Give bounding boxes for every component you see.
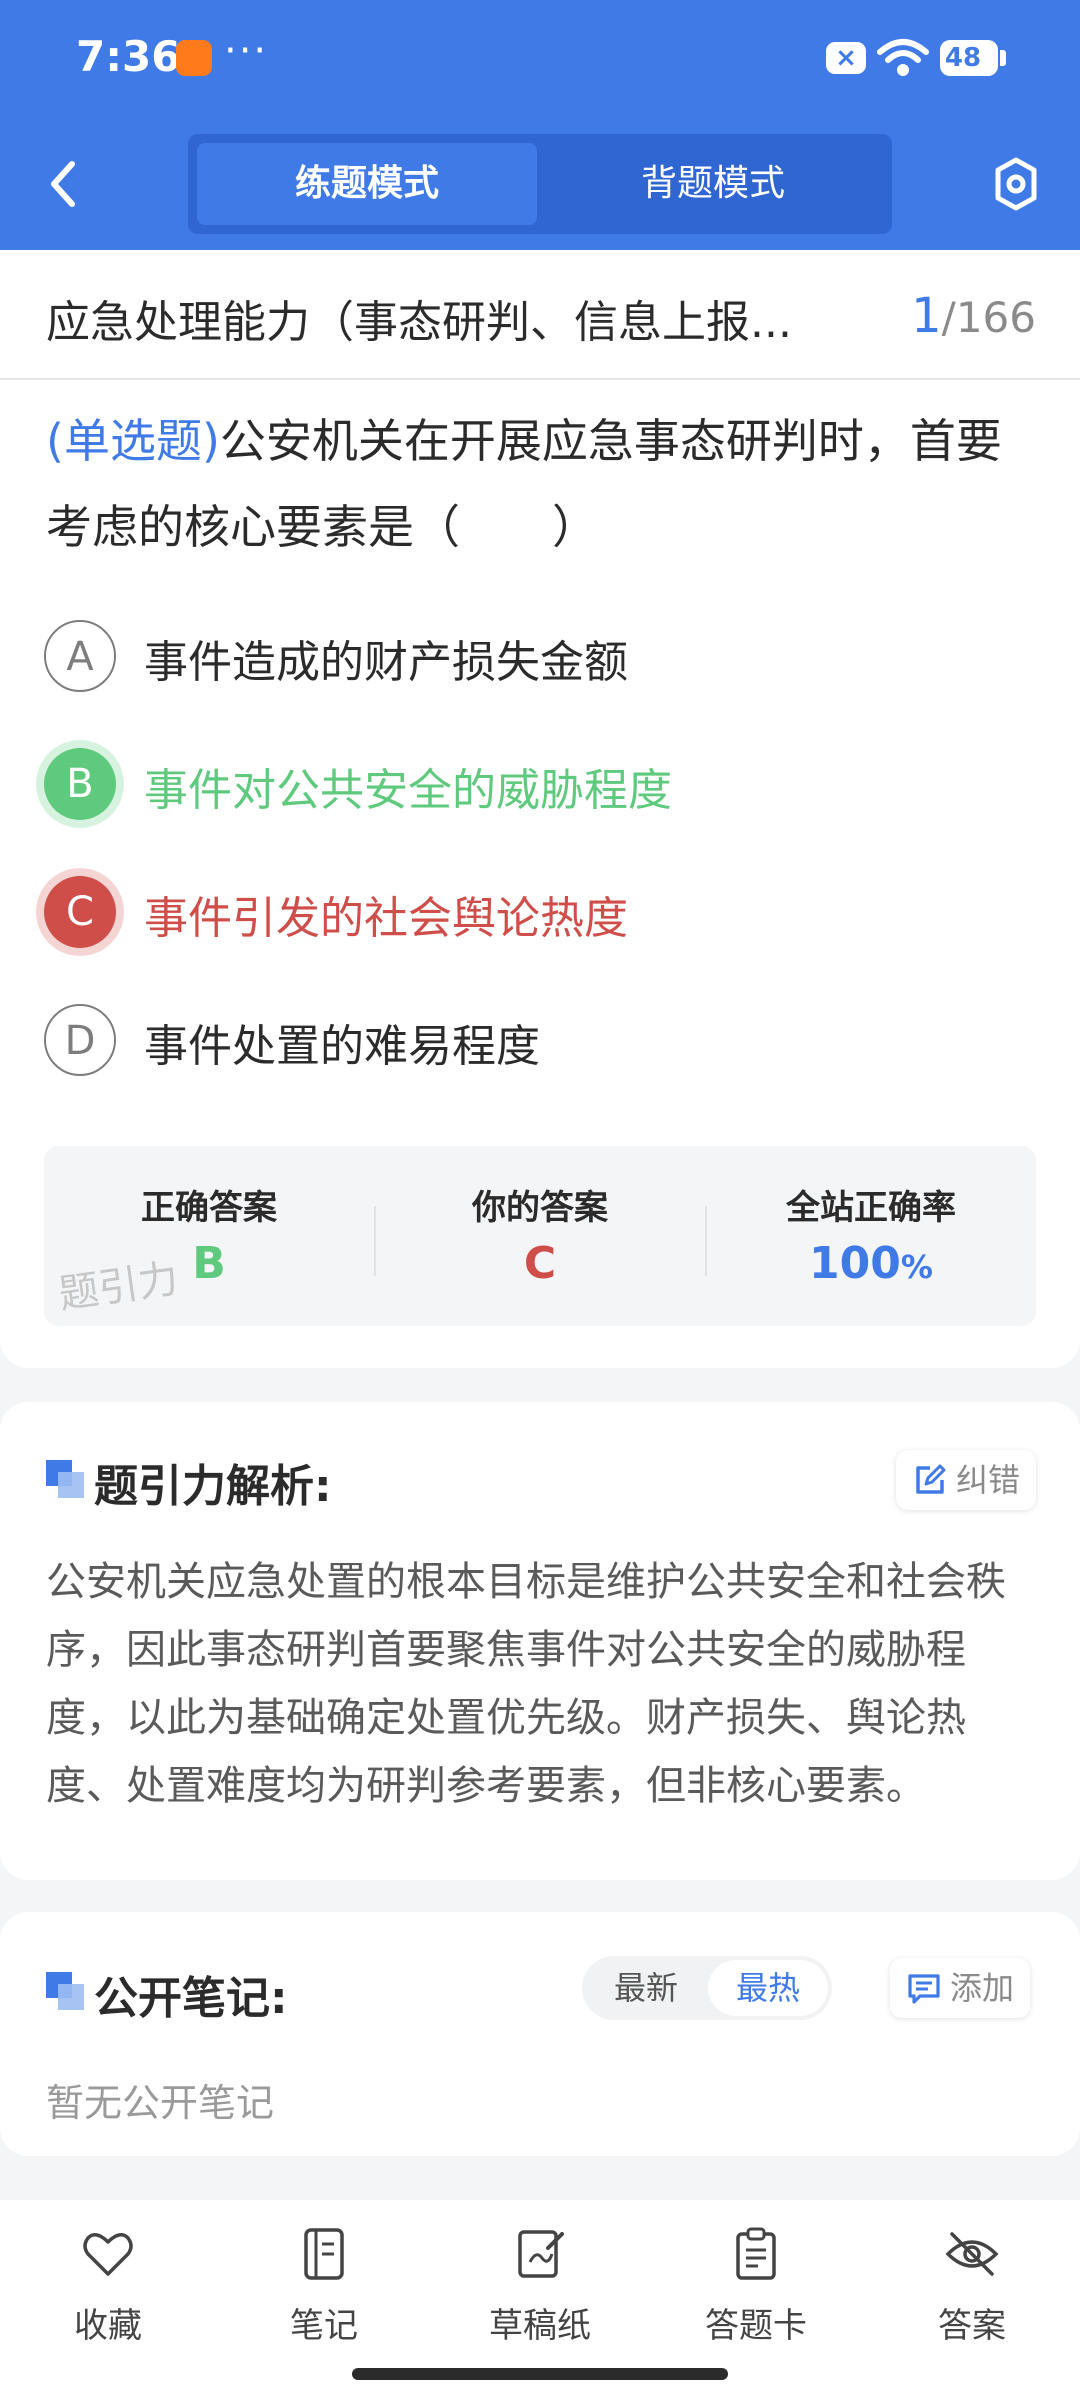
option-d[interactable]: D 事件处置的难易程度 — [44, 996, 1034, 1086]
battery-cap — [1000, 50, 1006, 66]
accuracy-rate-label: 全站正确率 — [786, 1188, 956, 1228]
notes-empty-text: 暂无公开笔记 — [46, 2081, 275, 2125]
notes-label: 笔记 — [290, 2306, 358, 2346]
section-icon — [46, 1460, 84, 1498]
report-error-button[interactable]: 纠错 — [896, 1450, 1037, 1510]
correct-answer-label: 正确答案 — [141, 1188, 277, 1228]
sort-hottest[interactable]: 最热 — [708, 1960, 828, 2016]
total-questions: /166 — [941, 293, 1036, 342]
comment-icon — [908, 1974, 940, 2004]
answer-sheet-icon — [736, 2227, 776, 2280]
section-icon — [46, 1972, 84, 2010]
topic-row: 应急处理能力（事态研判、信息上报... 1/166 — [0, 250, 1080, 380]
option-a[interactable]: A 事件造成的财产损失金额 — [44, 612, 1034, 702]
more-notifications-icon: ··· — [224, 28, 269, 74]
battery-icon: 48 — [940, 40, 998, 76]
option-letter: A — [44, 620, 116, 692]
analysis-text: 公安机关应急处置的根本目标是维护公共安全和社会秩序，因此事态研判首要聚焦事件对公… — [46, 1559, 1006, 1809]
draft-paper-label: 草稿纸 — [489, 2306, 591, 2346]
option-text: 事件处置的难易程度 — [144, 1021, 540, 1072]
answer-sheet-button[interactable]: 答题卡 — [676, 2226, 836, 2356]
app-header: 7:36 ··· × 48 练题模式 背题模式 — [0, 0, 1080, 250]
question-type: (单选题) — [46, 414, 220, 468]
draft-paper-icon — [518, 2230, 564, 2278]
status-time: 7:36 — [76, 32, 181, 81]
topic-title: 应急处理能力（事态研判、信息上报... — [46, 297, 792, 348]
heart-icon — [83, 2233, 133, 2276]
sort-newest[interactable]: 最新 — [586, 1960, 706, 2016]
option-letter: C — [44, 876, 116, 948]
accuracy-rate-value: 100% — [706, 1238, 1036, 1289]
public-notes-card: 公开笔记: 最新 最热 添加 暂无公开笔记 — [0, 1912, 1080, 2156]
settings-icon[interactable] — [988, 152, 1044, 216]
signal-off-icon: × — [826, 42, 866, 74]
show-answer-button[interactable]: 答案 — [892, 2226, 1052, 2356]
analysis-card: 题引力解析: 纠错 公安机关应急处置的根本目标是维护公共安全和社会秩序，因此事态… — [0, 1402, 1080, 1880]
option-letter: D — [44, 1004, 116, 1076]
edit-icon — [916, 1464, 946, 1494]
mode-toggle: 练题模式 背题模式 — [188, 134, 892, 234]
add-note-label: 添加 — [950, 1969, 1015, 2007]
option-b[interactable]: B 事件对公共安全的威胁程度 — [44, 740, 1034, 830]
option-text: 事件对公共安全的威胁程度 — [144, 765, 672, 816]
your-answer-column: 你的答案 C — [375, 1146, 705, 1326]
your-answer-label: 你的答案 — [472, 1188, 608, 1228]
eye-off-icon — [945, 2232, 999, 2276]
battery-level: 48 — [944, 43, 982, 73]
app-notification-icon — [176, 40, 212, 76]
question-counter: 1/166 — [911, 288, 1036, 344]
add-note-button[interactable]: 添加 — [890, 1958, 1031, 2018]
favorite-label: 收藏 — [74, 2306, 142, 2346]
option-text: 事件引发的社会舆论热度 — [144, 893, 628, 944]
wifi-icon — [877, 39, 929, 76]
option-text: 事件造成的财产损失金额 — [144, 637, 628, 688]
status-bar: 7:36 ··· × 48 — [0, 0, 1080, 120]
sort-toggle: 最新 最热 — [582, 1956, 832, 2020]
home-indicator[interactable] — [352, 2368, 728, 2380]
analysis-title: 题引力解析: — [94, 1461, 332, 1512]
option-c[interactable]: C 事件引发的社会舆论热度 — [44, 868, 1034, 958]
option-letter: B — [44, 748, 116, 820]
answer-sheet-label: 答题卡 — [705, 2306, 807, 2346]
report-error-label: 纠错 — [956, 1461, 1021, 1499]
favorite-button[interactable]: 收藏 — [28, 2226, 188, 2356]
tab-practice-mode[interactable]: 练题模式 — [197, 143, 537, 225]
notes-button[interactable]: 笔记 — [244, 2226, 404, 2356]
back-button[interactable] — [36, 152, 92, 216]
tab-memorize-mode[interactable]: 背题模式 — [543, 143, 883, 225]
notebook-icon — [304, 2228, 344, 2280]
show-answer-label: 答案 — [938, 2306, 1006, 2346]
question-text: (单选题)公安机关在开展应急事态研判时，首要考虑的核心要素是（ ） — [46, 398, 1036, 570]
public-notes-title: 公开笔记: — [94, 1973, 288, 2024]
accuracy-rate-column: 全站正确率 100% — [706, 1146, 1036, 1326]
draft-paper-button[interactable]: 草稿纸 — [460, 2226, 620, 2356]
accuracy-rate-unit: % — [900, 1248, 933, 1286]
answer-summary: 正确答案 B 你的答案 C 全站正确率 100% 题引力 — [44, 1146, 1036, 1326]
current-question-number: 1 — [911, 288, 942, 344]
your-answer-value: C — [523, 1238, 557, 1289]
accuracy-rate-number: 100 — [809, 1238, 901, 1289]
